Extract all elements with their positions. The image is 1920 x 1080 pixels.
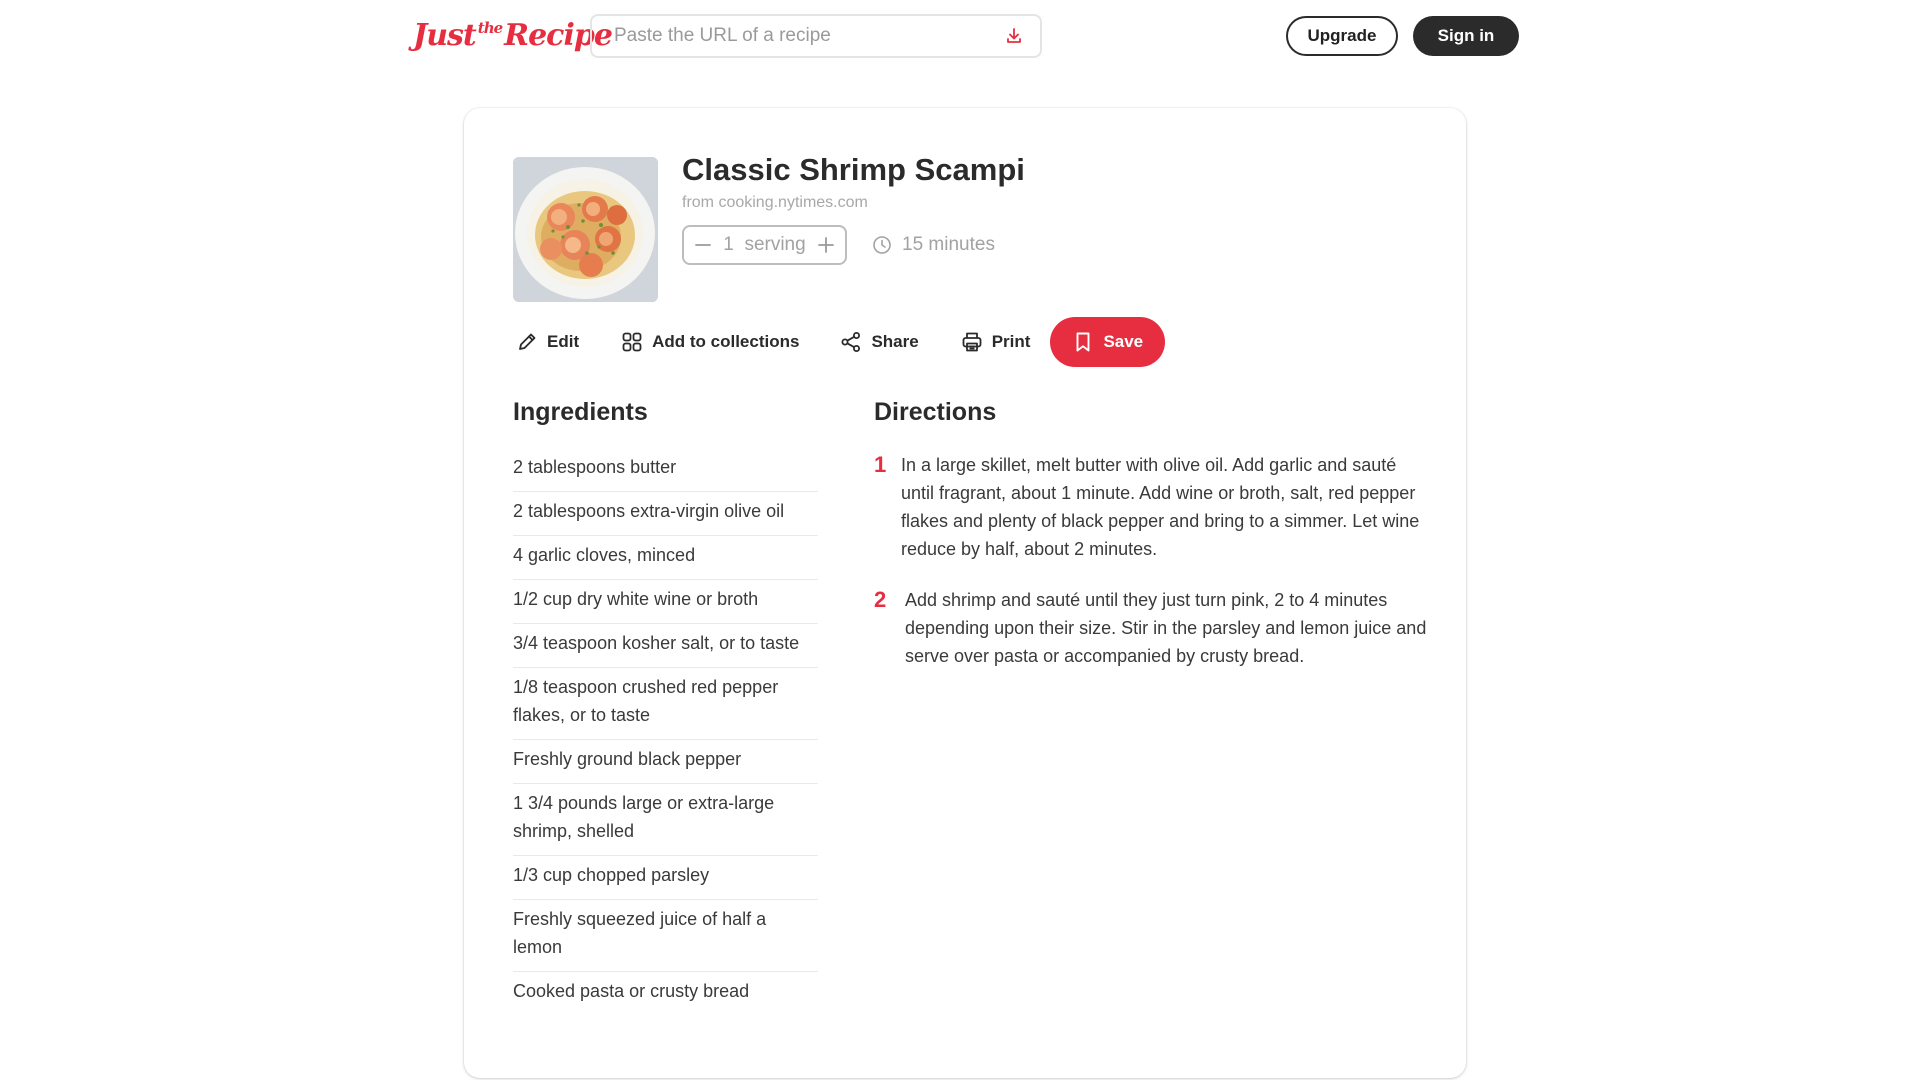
recipe-actions: Edit Add to collections Share Print Save (516, 317, 1166, 367)
step-number: 2 (874, 587, 887, 612)
grid-icon (621, 331, 643, 353)
plus-icon[interactable] (817, 236, 835, 254)
add-to-collections-label: Add to collections (652, 332, 800, 351)
print-label: Print (991, 332, 1031, 351)
step-text: In a large skillet, melt butter with oli… (901, 455, 1420, 559)
ingredient-item: 2 tablespoons butter (513, 448, 818, 492)
recipe-title: Classic Shrimp Scampi (682, 152, 1025, 187)
share-icon (840, 331, 862, 353)
recipe-photo (513, 157, 658, 302)
share-label: Share (871, 332, 919, 351)
direction-step: 1 In a large skillet, melt butter with o… (874, 448, 1429, 563)
edit-button[interactable]: Edit (516, 317, 579, 367)
servings-unit: serving (744, 234, 806, 255)
recipe-source[interactable]: from cooking.nytimes.com (682, 194, 868, 212)
logo-word-just: Just (413, 18, 477, 53)
recipe-url-search (590, 14, 1042, 58)
ingredient-item: Cooked pasta or crusty bread (513, 981, 750, 1001)
ingredient-item: 1/8 teaspoon crushed red pepper flakes, … (513, 668, 818, 740)
edit-label: Edit (547, 332, 580, 351)
ingredients-list: 2 tablespoons butter 2 tablespoons extra… (513, 448, 818, 1015)
direction-step: 2 Add shrimp and sauté until they just t… (874, 583, 1429, 670)
ingredient-item: 1/2 cup dry white wine or broth (513, 580, 818, 624)
print-button[interactable]: Print (961, 317, 1031, 367)
cook-time-value: 15 minutes (902, 234, 995, 255)
bookmark-icon (1072, 331, 1094, 353)
pencil-icon (516, 331, 538, 353)
save-label: Save (1103, 332, 1144, 351)
logo-word-the: the (477, 19, 503, 37)
ingredient-item: Freshly squeezed juice of half a lemon (513, 900, 818, 972)
directions-list: 1 In a large skillet, melt butter with o… (874, 448, 1429, 690)
ingredient-item: 2 tablespoons extra-virgin olive oil (513, 492, 818, 536)
save-button[interactable]: Save (1050, 317, 1166, 367)
download-icon[interactable] (1004, 26, 1024, 46)
servings-value: 1 serving (723, 234, 805, 256)
ingredients-heading: Ingredients (513, 398, 648, 426)
add-to-collections-button[interactable]: Add to collections (621, 317, 799, 367)
printer-icon (961, 331, 983, 353)
directions-heading: Directions (874, 398, 997, 426)
servings-count: 1 (723, 234, 734, 255)
ingredient-item: Freshly ground black pepper (513, 740, 818, 784)
clock-icon (872, 235, 892, 255)
servings-stepper: 1 serving (682, 225, 847, 265)
ingredient-item: 1/3 cup chopped parsley (513, 856, 818, 900)
top-bar: JusttheRecipe Upgrade Sign in (0, 0, 1920, 72)
ingredient-item: 4 garlic cloves, minced (513, 536, 818, 580)
recipe-card: Classic Shrimp Scampi from cooking.nytim… (464, 108, 1466, 1078)
upgrade-button[interactable]: Upgrade (1286, 16, 1398, 56)
share-button[interactable]: Share (840, 317, 919, 367)
step-text: Add shrimp and sauté until they just tur… (905, 590, 1427, 666)
cook-time: 15 minutes (872, 234, 995, 256)
ingredient-item: 3/4 teaspoon kosher salt, or to taste (513, 624, 818, 668)
just-the-recipe-logo[interactable]: Just theRecipe (413, 18, 613, 53)
step-number: 1 (874, 452, 887, 477)
minus-icon[interactable] (694, 236, 712, 254)
ingredient-item: 1 3/4 pounds large or extra-large shrimp… (513, 784, 818, 856)
sign-in-button[interactable]: Sign in (1413, 16, 1519, 56)
recipe-url-input[interactable] (614, 25, 1004, 47)
